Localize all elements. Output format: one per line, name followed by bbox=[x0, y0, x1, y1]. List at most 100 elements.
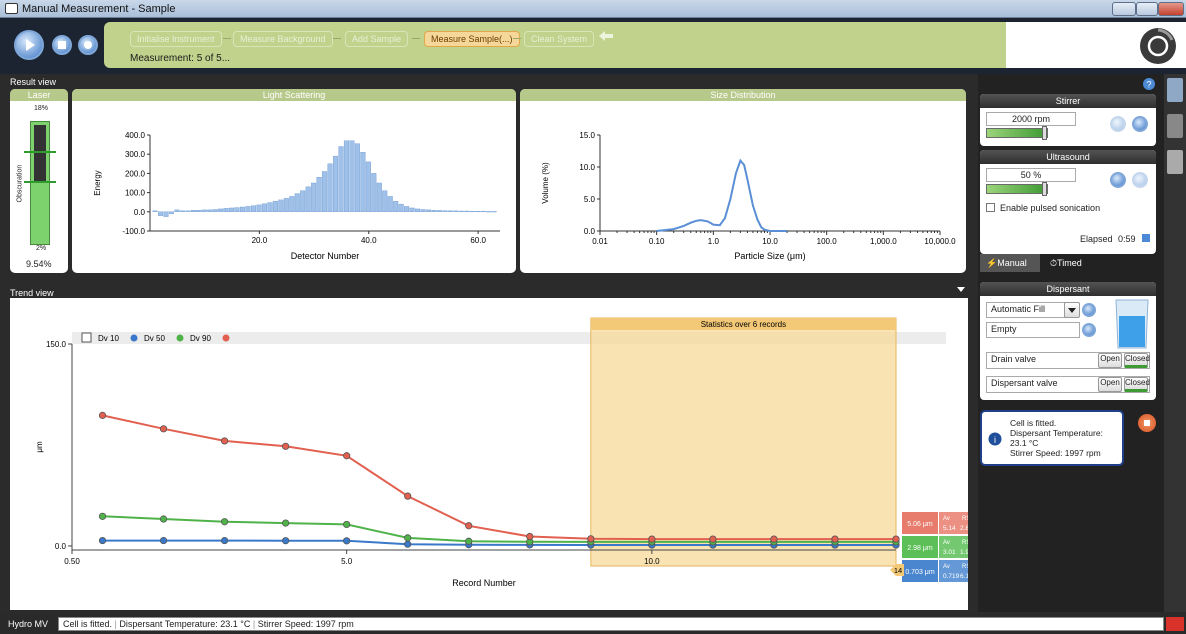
settings-button[interactable] bbox=[78, 35, 98, 55]
info-line-cell: Cell is fitted. bbox=[1010, 418, 1057, 428]
tab-timed[interactable]: ⏱Timed bbox=[1044, 254, 1104, 272]
pulsed-sonication-checkbox[interactable] bbox=[986, 203, 995, 212]
series-point bbox=[404, 492, 412, 500]
ultrasound-start-button[interactable] bbox=[1110, 172, 1126, 188]
y-tick-label: 0.0 bbox=[584, 227, 596, 236]
stop-square-icon bbox=[1144, 420, 1150, 426]
ultrasound-unit: % bbox=[1033, 170, 1042, 180]
x-tick-label: 1,000.0 bbox=[870, 237, 897, 246]
summary-rsd-label: RSD bbox=[962, 564, 968, 570]
stop-button[interactable] bbox=[52, 35, 72, 55]
energy-bar bbox=[393, 201, 399, 212]
step-clean-system[interactable]: Clean System bbox=[524, 31, 595, 47]
energy-bar bbox=[365, 161, 371, 212]
step-separator bbox=[412, 38, 420, 39]
minimize-button[interactable] bbox=[1112, 2, 1136, 16]
status-alert-icon[interactable] bbox=[1166, 617, 1184, 631]
x-tick-label: 0.50 bbox=[64, 557, 80, 566]
window-title: Manual Measurement - Sample bbox=[22, 3, 176, 15]
stirrer-stop-button[interactable] bbox=[1132, 116, 1148, 132]
legend-label: Dv 10 bbox=[98, 334, 119, 343]
energy-bar bbox=[376, 182, 382, 212]
dismiss-info-button[interactable] bbox=[1138, 414, 1156, 432]
ultrasound-stop-button[interactable] bbox=[1132, 172, 1148, 188]
status-cell: Cell is fitted. bbox=[63, 619, 113, 629]
collapse-icon[interactable] bbox=[956, 286, 966, 294]
series-point bbox=[220, 518, 229, 526]
series-point bbox=[404, 534, 412, 542]
y-tick-label: 10.0 bbox=[579, 163, 595, 172]
laser-top-label: 18% bbox=[34, 105, 49, 112]
drain-closed-button[interactable]: Closed bbox=[1124, 353, 1150, 368]
energy-bar bbox=[343, 140, 349, 212]
result-view-label: Result view bbox=[10, 77, 57, 87]
ultrasound-slider-thumb[interactable] bbox=[1042, 182, 1047, 196]
fill-mode-dropdown[interactable] bbox=[1064, 302, 1080, 318]
x-tick-label: 10.0 bbox=[762, 237, 778, 246]
step-initialise-instrument[interactable]: Initialise Instrument bbox=[130, 31, 222, 47]
level-value: Empty bbox=[991, 324, 1017, 334]
x-axis-label: Record Number bbox=[452, 578, 516, 588]
stirrer-slider[interactable] bbox=[986, 128, 1048, 138]
size-distribution-title: Size Distribution bbox=[520, 89, 966, 101]
energy-bar bbox=[168, 211, 174, 214]
summary-av: 0.719 bbox=[943, 573, 960, 580]
stirrer-slider-thumb[interactable] bbox=[1042, 126, 1047, 140]
series-point bbox=[343, 537, 351, 545]
x-axis-label: Particle Size (μm) bbox=[734, 251, 805, 261]
ultrasound-input[interactable]: 50 % bbox=[986, 168, 1076, 182]
summary-value: 2.98 μm bbox=[907, 545, 933, 552]
series-point bbox=[831, 535, 839, 543]
energy-bar bbox=[453, 210, 459, 212]
series-point bbox=[587, 535, 595, 543]
energy-bar bbox=[349, 140, 355, 212]
tab-manual[interactable]: ⚡Manual bbox=[980, 254, 1040, 272]
summary-rsd: 1.98% bbox=[960, 549, 968, 556]
fill-mode-select[interactable]: Automatic Fill bbox=[986, 302, 1072, 318]
energy-bar bbox=[409, 207, 415, 212]
play-button[interactable] bbox=[14, 30, 44, 60]
tool-notes-icon[interactable] bbox=[1167, 150, 1183, 174]
series-point bbox=[526, 532, 534, 541]
x-tick-label: 100.0 bbox=[817, 237, 838, 246]
energy-bar bbox=[327, 163, 333, 212]
maximize-button[interactable] bbox=[1136, 2, 1158, 16]
legend-label: Dv 90 bbox=[190, 334, 211, 343]
series-point bbox=[220, 437, 229, 445]
obscuration-range bbox=[24, 151, 56, 183]
summary-value: 5.06 μm bbox=[907, 521, 933, 528]
status-speed: Stirrer Speed: 1997 rpm bbox=[257, 619, 354, 629]
drain-open-button[interactable]: Open bbox=[1098, 353, 1122, 368]
summary-rsd-label: RSD bbox=[962, 516, 968, 522]
energy-bar bbox=[300, 190, 306, 213]
stirrer-start-button[interactable] bbox=[1110, 116, 1126, 132]
ultrasound-slider[interactable] bbox=[986, 184, 1048, 194]
step-add-sample[interactable]: Add Sample bbox=[345, 31, 409, 47]
x-tick-label: 10,000.0 bbox=[924, 237, 956, 246]
legend-swatch bbox=[130, 334, 138, 342]
tool-report-icon[interactable] bbox=[1167, 114, 1183, 138]
status-temp: Dispersant Temperature: 23.1 °C bbox=[119, 619, 251, 629]
empty-go-button[interactable] bbox=[1082, 323, 1096, 337]
dispersant-open-button[interactable]: Open bbox=[1098, 377, 1122, 392]
stirrer-speed-input[interactable]: 2000 rpm bbox=[986, 112, 1076, 126]
energy-bar bbox=[333, 155, 339, 212]
energy-bar bbox=[256, 204, 262, 213]
obscuration-axis-label: Obscuration bbox=[16, 164, 24, 203]
tool-measure-icon[interactable] bbox=[1167, 78, 1183, 102]
step-measure-background[interactable]: Measure Background bbox=[233, 31, 333, 47]
stirrer-unit: rpm bbox=[1034, 114, 1051, 124]
step-separator bbox=[513, 38, 521, 39]
y-axis-label: Energy bbox=[93, 170, 102, 195]
help-icon[interactable]: ? bbox=[1142, 77, 1156, 91]
close-button[interactable] bbox=[1158, 2, 1184, 16]
laser-bottom-label: 2% bbox=[36, 245, 47, 252]
energy-bar bbox=[229, 207, 235, 212]
legend-label: Dv 50 bbox=[144, 334, 165, 343]
energy-bar bbox=[179, 210, 185, 212]
back-arrow-icon[interactable] bbox=[596, 28, 616, 44]
fill-go-button[interactable] bbox=[1082, 303, 1096, 317]
step-measure-sample[interactable]: Measure Sample(...) bbox=[424, 31, 520, 47]
level-field: Empty bbox=[986, 322, 1080, 338]
dispersant-closed-button[interactable]: Closed bbox=[1124, 377, 1150, 392]
